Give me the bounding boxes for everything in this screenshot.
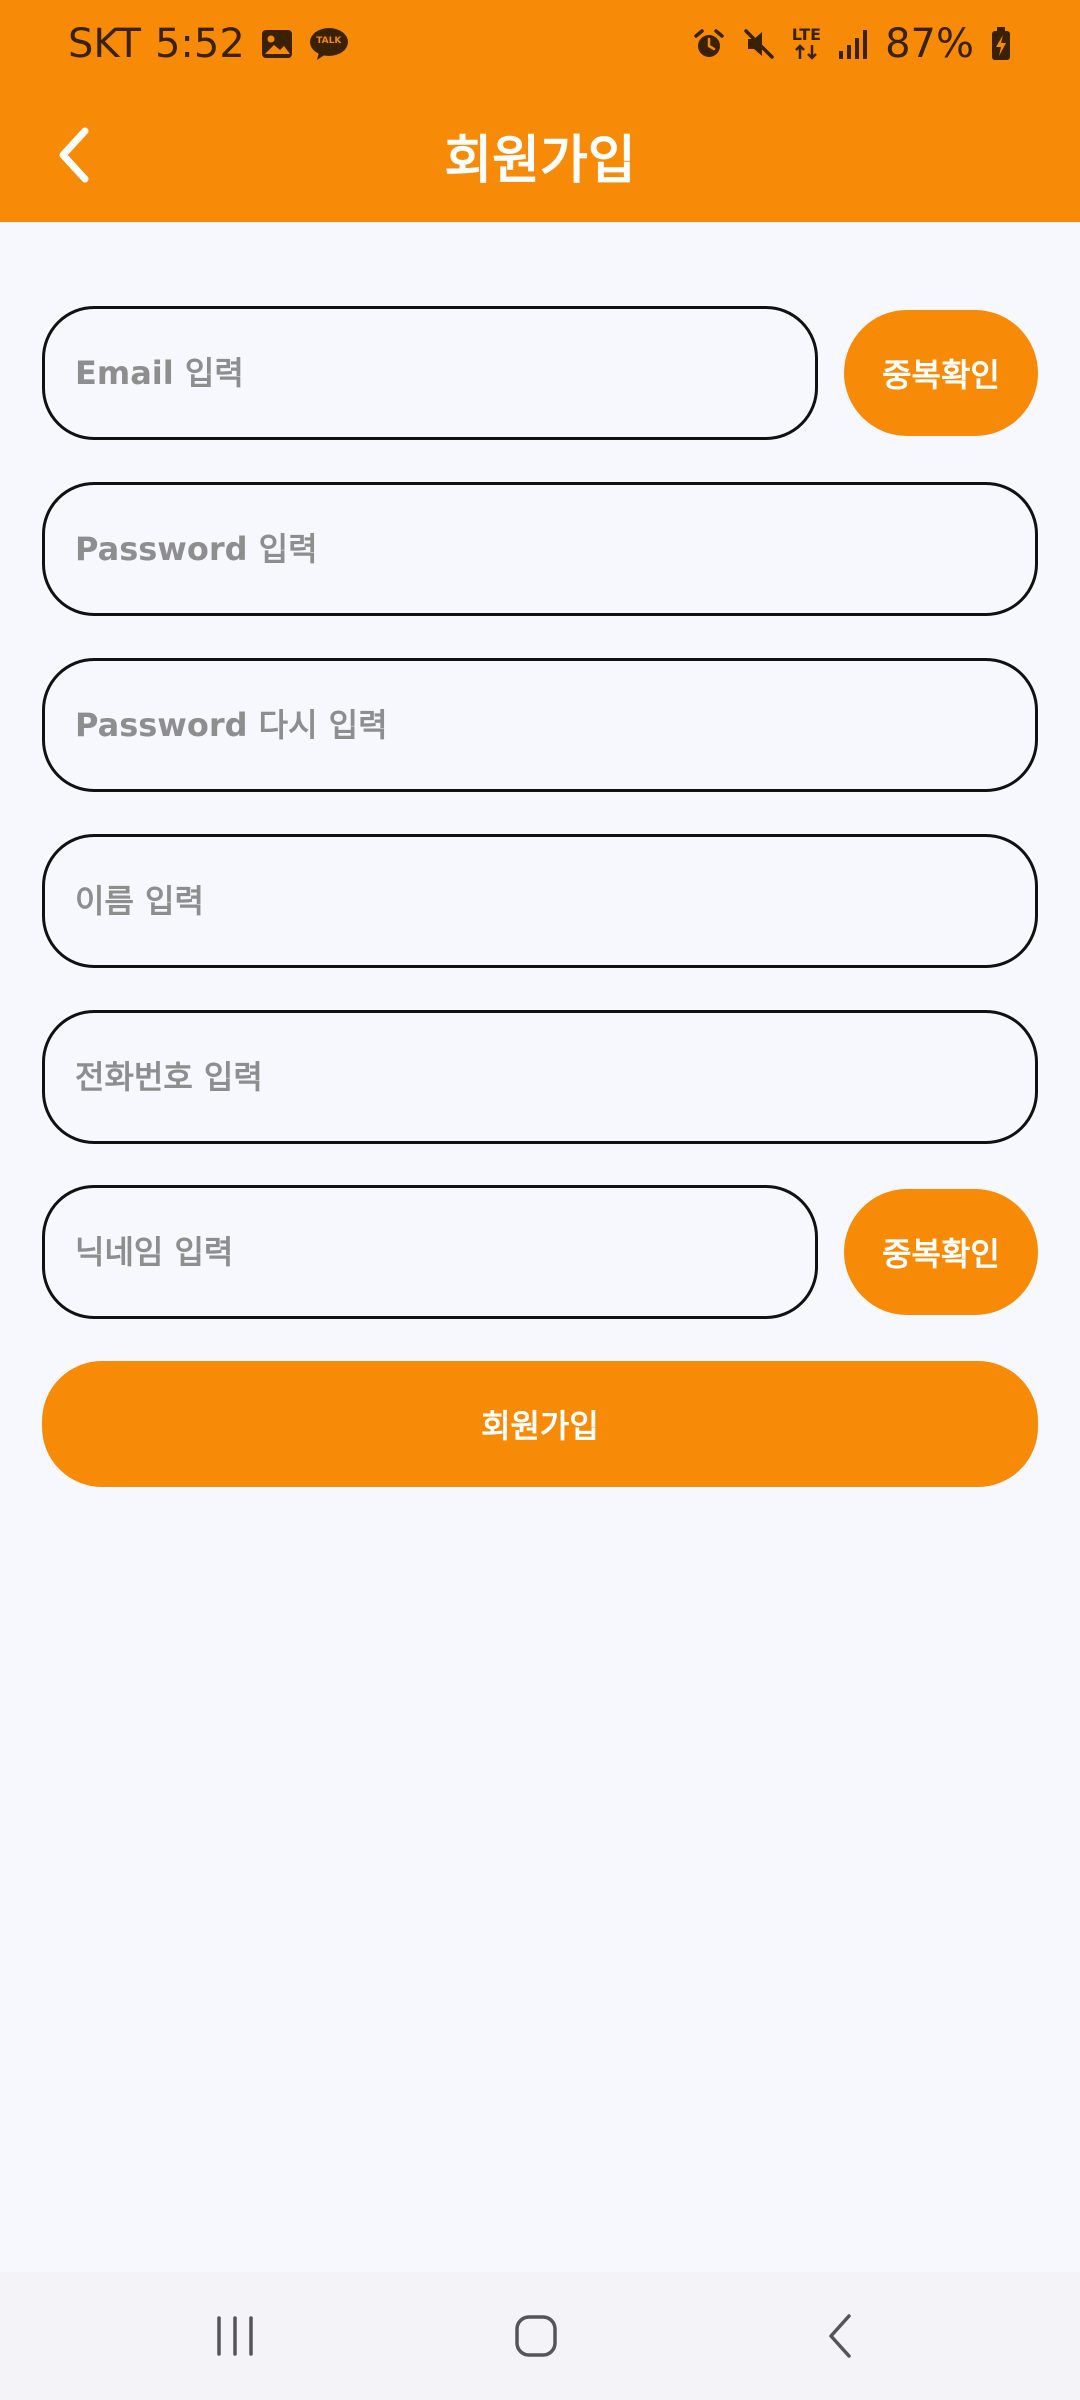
carrier-label: SKT xyxy=(68,21,141,67)
chevron-left-icon xyxy=(51,125,95,185)
status-bar: SKT 5:52 TALK LTE 87% xyxy=(0,0,1080,88)
signup-submit-button[interactable]: 회원가입 xyxy=(42,1361,1038,1487)
back-button[interactable] xyxy=(28,110,118,200)
password-field[interactable] xyxy=(42,482,1038,616)
system-back-button[interactable] xyxy=(780,2294,900,2378)
nickname-duplicate-check-button[interactable]: 중복확인 xyxy=(844,1189,1038,1315)
nickname-field[interactable] xyxy=(42,1185,818,1319)
clock-label: 5:52 xyxy=(154,21,245,67)
password-confirm-input[interactable] xyxy=(75,661,1035,789)
email-duplicate-check-button[interactable]: 중복확인 xyxy=(844,310,1038,436)
network-label: LTE xyxy=(791,25,822,44)
nickname-input[interactable] xyxy=(75,1188,815,1316)
password-confirm-field[interactable] xyxy=(42,658,1038,792)
system-nav-bar xyxy=(0,2272,1080,2400)
battery-label: 87% xyxy=(885,21,974,67)
password-input[interactable] xyxy=(75,485,1035,613)
name-input[interactable] xyxy=(75,837,1035,965)
page-title: 회원가입 xyxy=(444,130,636,191)
lte-icon: LTE xyxy=(792,27,821,61)
status-right: LTE 87% xyxy=(692,16,1012,72)
nickname-duplicate-check-label: 중복확인 xyxy=(882,1235,1000,1273)
home-button[interactable] xyxy=(476,2294,596,2378)
recent-apps-icon xyxy=(213,2314,257,2358)
email-duplicate-check-label: 중복확인 xyxy=(882,356,1000,394)
name-field[interactable] xyxy=(42,834,1038,968)
email-input[interactable] xyxy=(75,309,815,437)
phone-field[interactable] xyxy=(42,1010,1038,1144)
home-icon xyxy=(513,2313,559,2359)
signal-icon xyxy=(837,27,869,61)
gallery-icon xyxy=(259,26,295,62)
battery-charging-icon xyxy=(990,26,1012,62)
phone-input[interactable] xyxy=(75,1013,1035,1141)
talk-badge-label: TALK xyxy=(316,36,342,46)
header: SKT 5:52 TALK LTE 87% 회원가입 xyxy=(0,0,1080,222)
email-field[interactable] xyxy=(42,306,818,440)
signup-submit-label: 회원가입 xyxy=(481,1407,599,1445)
status-left: SKT 5:52 TALK xyxy=(68,16,349,72)
recent-apps-button[interactable] xyxy=(175,2294,295,2378)
kakaotalk-icon: TALK xyxy=(309,26,349,62)
back-icon xyxy=(823,2312,857,2360)
alarm-icon xyxy=(692,27,726,61)
mute-icon xyxy=(742,27,776,61)
app-bar: 회원가입 xyxy=(0,88,1080,222)
